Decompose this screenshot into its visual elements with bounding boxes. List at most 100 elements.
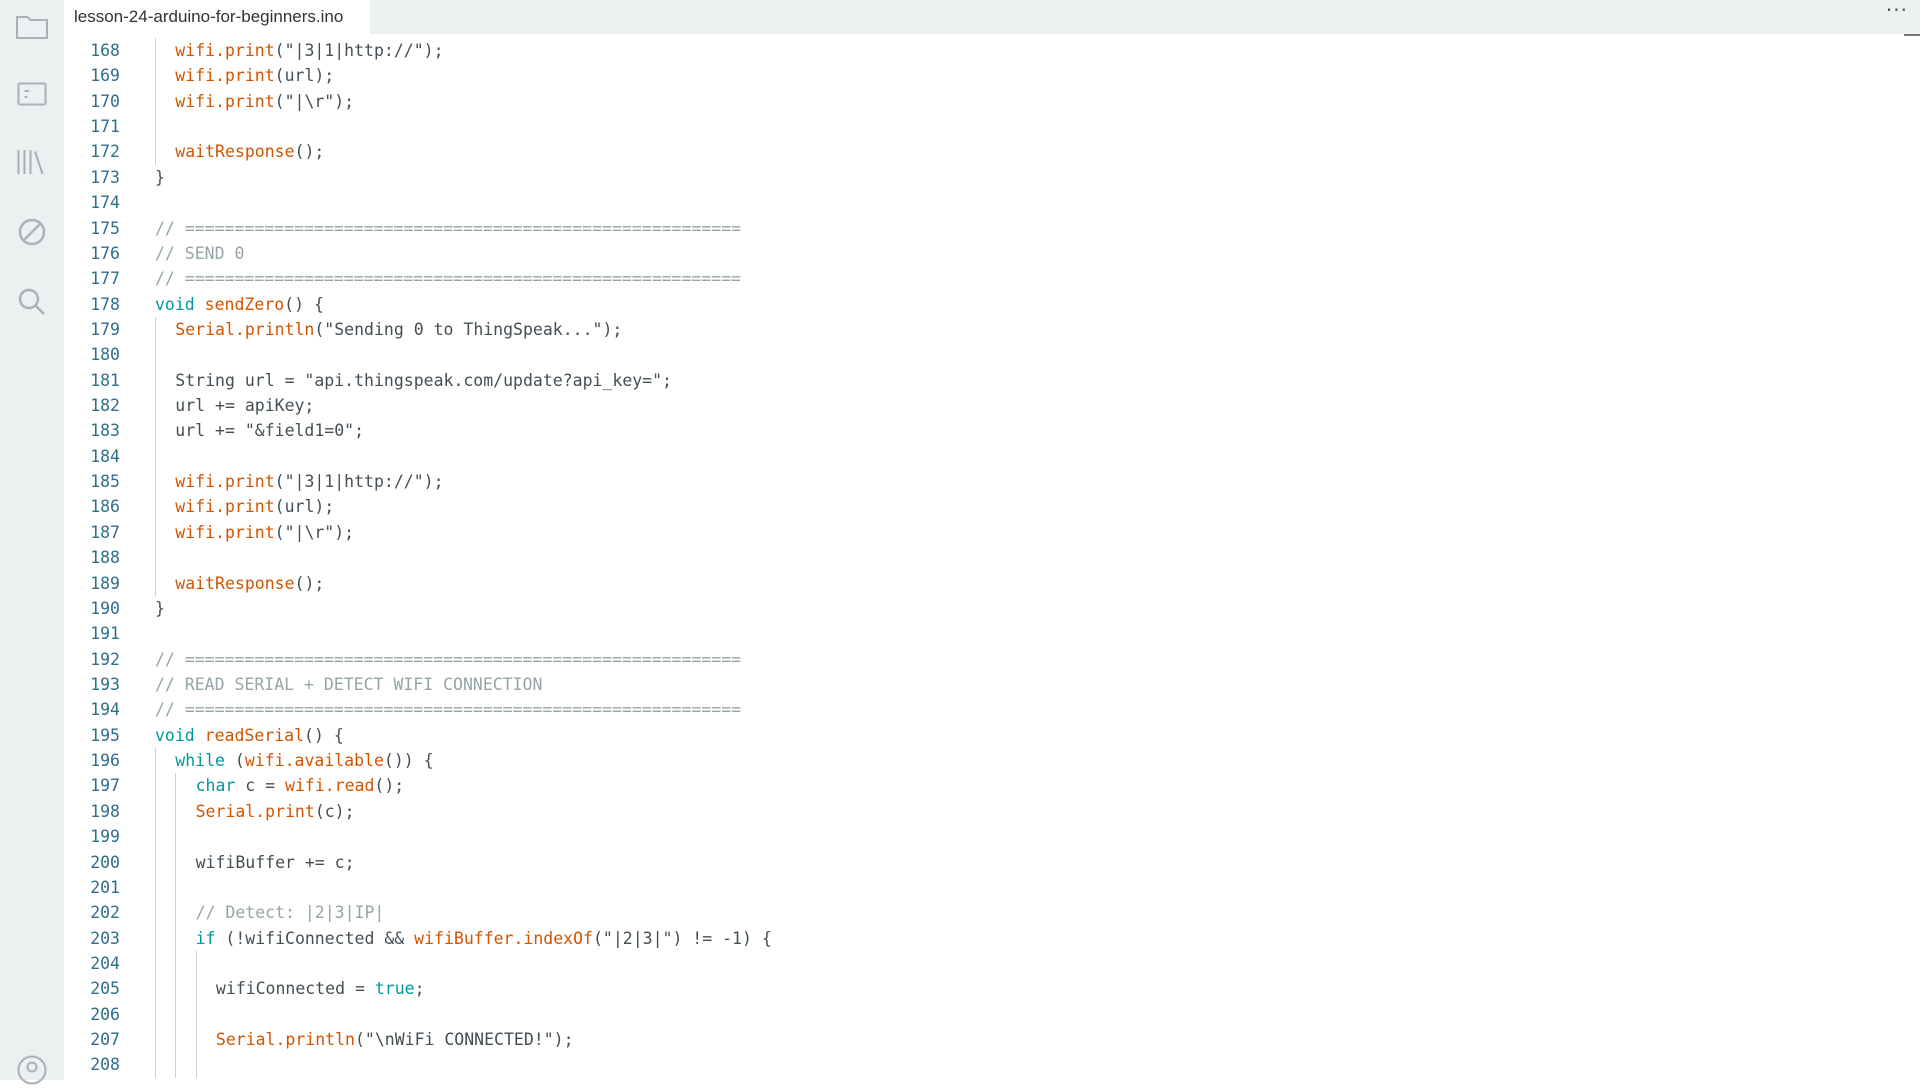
indent-guide [155, 545, 156, 571]
code-token: readSerial [204, 725, 305, 745]
indent-guide [155, 418, 156, 444]
profile-icon[interactable] [12, 1050, 52, 1090]
more-actions-icon[interactable]: ··· [1886, 0, 1908, 26]
code-text: while (wifi.available()) { [175, 748, 433, 773]
line-number: 207 [90, 1030, 120, 1050]
code-line[interactable]: 181 String url = "api.thingspeak.com/upda… [64, 367, 1896, 394]
code-line[interactable]: 169 wifi.print(url); [64, 63, 1896, 89]
code-line[interactable]: 172 waitResponse(); [64, 139, 1896, 165]
code-line[interactable]: 188 [64, 545, 1896, 571]
code-line[interactable]: 178 void sendZero() { [64, 292, 1896, 317]
line-number: 174 [90, 193, 120, 213]
code-text: wifiConnected = true; [216, 976, 425, 1001]
code-token: url += "&field1=0"; [175, 421, 365, 441]
code-line[interactable]: 190} [64, 596, 1896, 621]
code-text: if (!wifiConnected && wifiBuffer.indexOf… [196, 926, 772, 951]
code-line[interactable]: 200 wifiBuffer += c; [64, 849, 1896, 875]
code-line[interactable]: 187 wifi.print("|\r"); [64, 519, 1896, 546]
code-line[interactable]: 208 [64, 1052, 1896, 1078]
code-token: wifiBuffer += c; [195, 852, 355, 872]
code-token: ( [234, 751, 245, 771]
code-line[interactable]: 175 // ==================================… [64, 216, 1896, 241]
code-line[interactable]: 179 Serial.println("Sending 0 to ThingSpe… [64, 316, 1896, 343]
code-line[interactable]: 204 [64, 950, 1896, 977]
line-number: 197 [90, 776, 120, 796]
code-token: ("\nWiFi CONNECTED!"); [354, 1030, 574, 1050]
indent-guide [175, 1001, 177, 1028]
code-line[interactable]: 192 // ==================================… [64, 647, 1896, 672]
line-number: 193 [90, 674, 120, 694]
indent-guide [155, 393, 156, 419]
code-token: ; [414, 979, 425, 999]
code-line[interactable]: 171 [64, 114, 1896, 140]
tab-file[interactable]: lesson-24-arduino-for-beginners.ino [64, 0, 370, 34]
code-line[interactable]: 180 [64, 342, 1896, 368]
code-line[interactable]: 176 // SEND 0 [64, 241, 1896, 266]
indent-guide [155, 900, 156, 926]
code-text: // =====================================… [155, 216, 741, 241]
code-line[interactable]: 168 wifi.print("|3|1|http://"); [64, 38, 1896, 64]
line-number: 180 [90, 345, 120, 365]
code-line[interactable]: 191 [64, 621, 1896, 646]
code-line[interactable]: 177 // ==================================… [64, 266, 1896, 291]
code-line[interactable]: 183 url += "&field1=0"; [64, 418, 1896, 444]
code-line[interactable]: 201 [64, 874, 1896, 901]
code-line[interactable]: 206 [64, 1001, 1896, 1028]
code-token: wifi.print [175, 91, 275, 111]
code-editor[interactable]: 168 wifi.print("|3|1|http://"); 169 wifi.pr… [64, 34, 1920, 1080]
code-token: } [155, 167, 165, 187]
code-token: (); [294, 573, 325, 593]
code-token: while [175, 751, 235, 771]
code-line[interactable]: 199 [64, 824, 1896, 850]
code-token: wifi.read [285, 776, 375, 796]
code-token: Serial.println [175, 319, 315, 339]
code-token: ("|\r"); [274, 522, 355, 542]
code-line[interactable]: 203 if (!wifiConnected && wifiBuffer.inde… [64, 925, 1896, 951]
sidebar [0, 0, 64, 1085]
indent-guide [175, 925, 177, 951]
code-line[interactable]: 182 url += apiKey; [64, 393, 1896, 419]
code-line[interactable]: 174 [64, 190, 1896, 215]
code-line[interactable]: 186 wifi.print(url); [64, 494, 1896, 520]
code-line[interactable]: 170 wifi.print("|\r"); [64, 88, 1896, 115]
indent-guide [175, 824, 177, 850]
indent-guide [155, 494, 156, 520]
line-number: 188 [90, 548, 120, 568]
code-line[interactable]: 189 waitResponse(); [64, 570, 1896, 596]
indent-guide [155, 316, 156, 343]
code-line[interactable]: 198 Serial.print(c); [64, 798, 1896, 825]
scrollbar[interactable] [1904, 34, 1920, 36]
code-line[interactable]: 173} [64, 165, 1896, 190]
code-line[interactable]: 195 void readSerial() { [64, 723, 1896, 748]
code-text: waitResponse(); [175, 571, 324, 596]
code-token: waitResponse [175, 573, 295, 593]
code-line[interactable]: 194 // ==================================… [64, 697, 1896, 722]
folder-icon[interactable] [12, 6, 52, 46]
code-line[interactable]: 185 wifi.print("|3|1|http://"); [64, 469, 1896, 495]
code-token: // =====================================… [155, 700, 742, 720]
search-icon[interactable] [12, 282, 52, 322]
code-line[interactable]: 197 char c = wifi.read(); [64, 773, 1896, 799]
code-text: // SEND 0 [155, 241, 244, 266]
indent-guide [155, 342, 156, 368]
indent-guide [195, 1027, 197, 1053]
board-icon[interactable] [12, 74, 52, 114]
indent-guide [155, 570, 156, 596]
indent-guide [155, 38, 156, 64]
code-line[interactable]: 193 // READ SERIAL + DETECT WIFI CONNECTI… [64, 672, 1896, 697]
code-line[interactable]: 202 // Detect: |2|3|IP| [64, 900, 1896, 926]
library-icon[interactable] [12, 142, 52, 182]
code-line[interactable]: 184 [64, 443, 1896, 470]
line-number: 191 [90, 624, 120, 644]
code-token: wifi.print [175, 497, 275, 517]
debug-icon[interactable] [12, 212, 52, 252]
code-line[interactable]: 196 while (wifi.available()) { [64, 748, 1896, 774]
code-line[interactable]: 207 Serial.println("\nWiFi CONNECTED!"); [64, 1027, 1896, 1053]
indent-guide [155, 367, 156, 394]
code-token: (c); [314, 801, 355, 821]
indent-guide [155, 1001, 156, 1028]
indent-guide [175, 1027, 177, 1053]
code-line[interactable]: 205 wifiConnected = true; [64, 976, 1896, 1002]
code-token: sendZero [204, 294, 285, 314]
code-text: wifi.print("|\r"); [175, 520, 354, 545]
